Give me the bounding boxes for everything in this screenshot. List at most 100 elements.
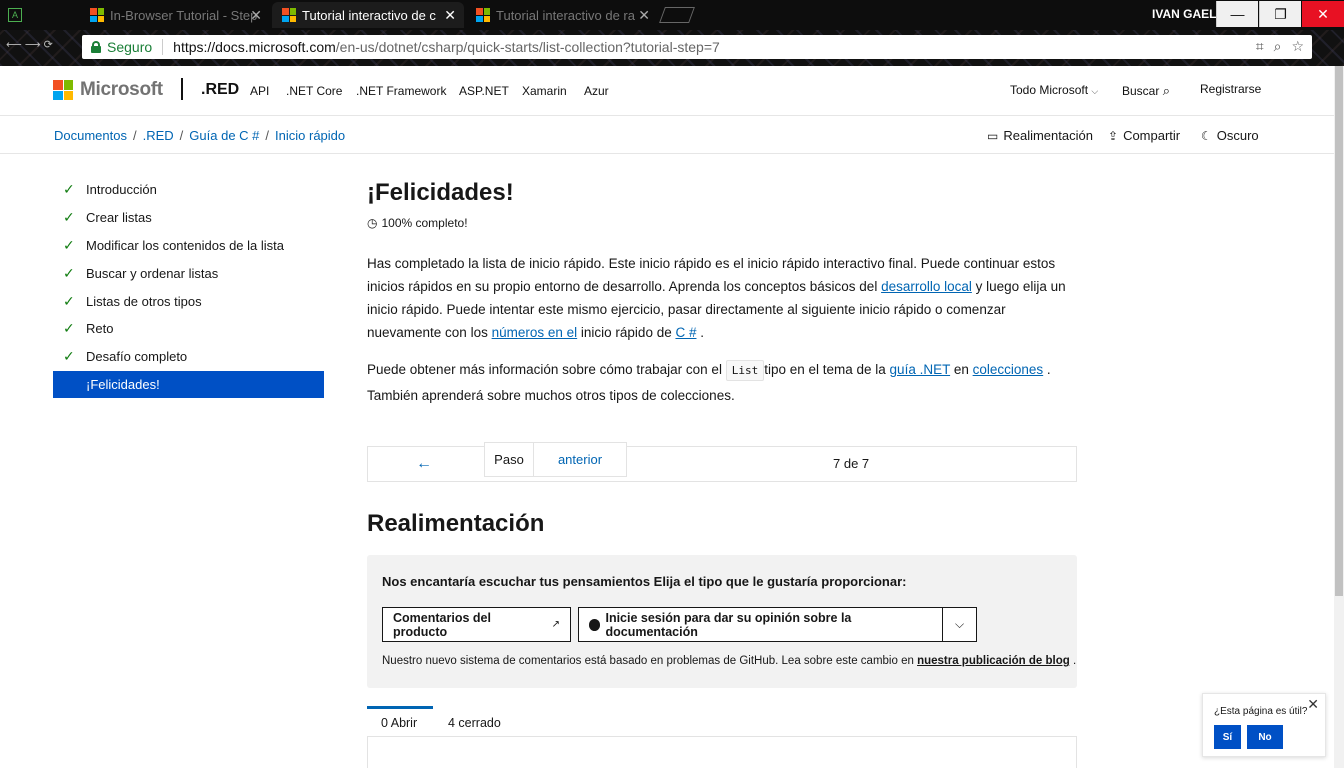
step-pager: ← Paso anterior 7 de 7 bbox=[367, 442, 1077, 482]
nav-aspnet[interactable]: ASP.NET bbox=[459, 84, 509, 98]
microsoft-wordmark: Microsoft bbox=[80, 79, 163, 100]
chevron-down-icon: ⌵ bbox=[1091, 86, 1099, 96]
secure-label: Seguro bbox=[107, 39, 153, 55]
close-tab-icon[interactable]: ✕ bbox=[638, 7, 650, 24]
product-feedback-button[interactable]: Comentarios del producto ↗ bbox=[382, 607, 571, 642]
link-guia-net[interactable]: guía .NET bbox=[890, 362, 951, 377]
paragraph-1: Has completado la lista de inicio rápido… bbox=[367, 252, 1077, 344]
tab-closed-issues[interactable]: 4 cerrado bbox=[448, 716, 501, 730]
all-microsoft-menu[interactable]: Todo Microsoft ⌵ bbox=[1010, 83, 1098, 97]
link-numeros[interactable]: números en el bbox=[492, 325, 578, 340]
toc-item-otros-tipos[interactable]: ✓ Listas de otros tipos bbox=[53, 287, 324, 315]
rating-yes-button[interactable]: Sí bbox=[1214, 725, 1241, 749]
toc-item-label: Crear listas bbox=[86, 210, 152, 226]
nav-net-core[interactable]: .NET Core bbox=[286, 84, 342, 98]
site-header: Microsoft .RED API .NET Core .NET Framew… bbox=[0, 66, 1334, 116]
new-tab-button[interactable] bbox=[659, 7, 695, 23]
toc-item-label: Introducción bbox=[86, 182, 157, 198]
toc-item-desafio[interactable]: ✓ Desafío completo bbox=[53, 343, 324, 371]
microsoft-favicon-icon bbox=[476, 8, 490, 22]
share-action[interactable]: ⇪ Compartir bbox=[1108, 128, 1180, 143]
toc-item-reto[interactable]: ✓ Reto bbox=[53, 315, 324, 343]
nav-api[interactable]: API bbox=[250, 84, 269, 98]
tab-tutorial-ra[interactable]: Tutorial interactivo de ra ✕ bbox=[466, 2, 658, 28]
all-microsoft-label: Todo Microsoft bbox=[1010, 83, 1089, 97]
maximize-button[interactable]: ❐ bbox=[1259, 1, 1301, 27]
microsoft-logo[interactable]: Microsoft bbox=[53, 79, 163, 101]
microsoft-favicon-icon bbox=[282, 8, 296, 22]
tab-tutorial-c[interactable]: Tutorial interactivo de c ✕ bbox=[272, 2, 464, 28]
breadcrumb-documentos[interactable]: Documentos bbox=[54, 128, 127, 143]
active-tab-indicator bbox=[367, 706, 433, 709]
checkmark-icon: ✓ bbox=[63, 292, 75, 309]
product-feedback-label: Comentarios del producto bbox=[393, 610, 491, 639]
feedback-action[interactable]: ▭ Realimentación bbox=[987, 128, 1093, 143]
tab-title: In-Browser Tutorial - Step bbox=[110, 7, 258, 23]
app-icon[interactable]: A bbox=[8, 8, 22, 22]
toc-item-crear-listas[interactable]: ✓ Crear listas bbox=[53, 204, 324, 232]
signin-link[interactable]: Registrarse bbox=[1200, 82, 1261, 96]
bookmark-star-icon[interactable]: ☆ bbox=[1291, 38, 1304, 55]
close-window-button[interactable]: ✕ bbox=[1302, 1, 1344, 27]
progress-label: 100% completo! bbox=[381, 216, 468, 230]
step-count: 7 de 7 bbox=[833, 456, 870, 471]
breadcrumb-red[interactable]: .RED bbox=[143, 128, 174, 143]
browser-tabstrip: A In-Browser Tutorial - Step ✕ Tutorial … bbox=[0, 0, 1344, 30]
browser-user-name[interactable]: IVAN GAEL bbox=[1152, 7, 1216, 21]
feedback-dropdown-button[interactable]: ⌵ bbox=[942, 607, 977, 642]
feedback-action-label: Realimentación bbox=[1003, 128, 1093, 143]
translate-icon[interactable]: ⌗ bbox=[1256, 38, 1264, 55]
docs-feedback-button[interactable]: Inicie sesión para dar su opinión sobre … bbox=[578, 607, 943, 642]
zoom-icon[interactable]: ⌕ bbox=[1274, 38, 1282, 55]
tab-title: Tutorial interactivo de c bbox=[302, 7, 436, 23]
breadcrumb-inicio-rapido[interactable]: Inicio rápido bbox=[275, 128, 345, 143]
nav-xamarin[interactable]: Xamarin bbox=[522, 84, 567, 98]
scrollbar-thumb[interactable] bbox=[1335, 66, 1343, 596]
toc-item-felicidades[interactable]: ¡Felicidades! bbox=[53, 370, 324, 399]
feedback-note-text: Nuestro nuevo sistema de comentarios est… bbox=[382, 655, 918, 667]
arrow-left-icon[interactable]: ← bbox=[416, 455, 432, 473]
toc-item-label: Desafío completo bbox=[86, 349, 188, 365]
feedback-panel: Nos encantaría escuchar tus pensamientos… bbox=[367, 555, 1077, 688]
toc-item-label: Listas de otros tipos bbox=[86, 293, 202, 309]
checkmark-icon: ✓ bbox=[63, 348, 75, 365]
breadcrumb-guia-csharp[interactable]: Guía de C # bbox=[189, 128, 259, 143]
tab-open-issues[interactable]: 0 Abrir bbox=[381, 716, 417, 730]
pager-step-label: Paso bbox=[484, 442, 534, 477]
toc-item-label: ¡Felicidades! bbox=[86, 376, 160, 392]
toc-item-introduccion[interactable]: ✓ Introducción bbox=[53, 176, 324, 204]
nav-azure[interactable]: Azur bbox=[584, 84, 609, 98]
previous-step-link[interactable]: anterior bbox=[534, 442, 627, 477]
address-bar[interactable]: Seguro https://docs.microsoft.com /en-us… bbox=[82, 35, 1312, 59]
checkmark-icon: ✓ bbox=[63, 320, 75, 337]
comment-icon: ▭ bbox=[987, 128, 999, 143]
rating-no-button[interactable]: No bbox=[1247, 725, 1283, 749]
checkmark-icon: ✓ bbox=[63, 264, 75, 281]
link-csharp[interactable]: C # bbox=[675, 325, 696, 340]
external-link-icon: ↗ bbox=[551, 619, 560, 630]
blog-post-link[interactable]: nuestra publicación de blog bbox=[917, 655, 1070, 667]
nav-net-framework[interactable]: .NET Framework bbox=[356, 84, 446, 98]
product-name[interactable]: .RED bbox=[201, 81, 239, 99]
url-host: https://docs.microsoft.com bbox=[173, 39, 336, 55]
breadcrumb-separator: / bbox=[265, 128, 270, 143]
close-icon[interactable]: ✕ bbox=[1307, 696, 1319, 713]
page-scrollbar[interactable] bbox=[1334, 66, 1344, 768]
close-tab-icon[interactable]: ✕ bbox=[444, 7, 456, 24]
minimize-button[interactable]: — bbox=[1216, 1, 1258, 27]
breadcrumb-separator: / bbox=[132, 128, 137, 143]
toc-item-modificar[interactable]: ✓ Modificar los contenidos de la lista bbox=[53, 232, 324, 260]
close-tab-icon[interactable]: ✕ bbox=[250, 7, 262, 24]
search-button[interactable]: Buscar ⌕ bbox=[1122, 83, 1170, 99]
tab-in-browser-tutorial[interactable]: In-Browser Tutorial - Step ✕ bbox=[80, 2, 270, 28]
dark-mode-action[interactable]: ☾ Oscuro bbox=[1201, 128, 1259, 143]
link-desarrollo-local[interactable]: desarrollo local bbox=[881, 279, 972, 294]
search-label: Buscar bbox=[1122, 84, 1160, 98]
checkmark-icon: ✓ bbox=[63, 236, 75, 253]
browser-nav-icons: ⟵ ⟶ ⟳ bbox=[6, 39, 53, 51]
rating-question: ¿Esta página es útil? bbox=[1214, 706, 1308, 717]
checkmark-icon: ✓ bbox=[63, 209, 75, 226]
toc-item-buscar-ordenar[interactable]: ✓ Buscar y ordenar listas bbox=[53, 259, 324, 287]
toc-item-label: Buscar y ordenar listas bbox=[86, 265, 219, 281]
link-colecciones[interactable]: colecciones bbox=[973, 362, 1044, 377]
